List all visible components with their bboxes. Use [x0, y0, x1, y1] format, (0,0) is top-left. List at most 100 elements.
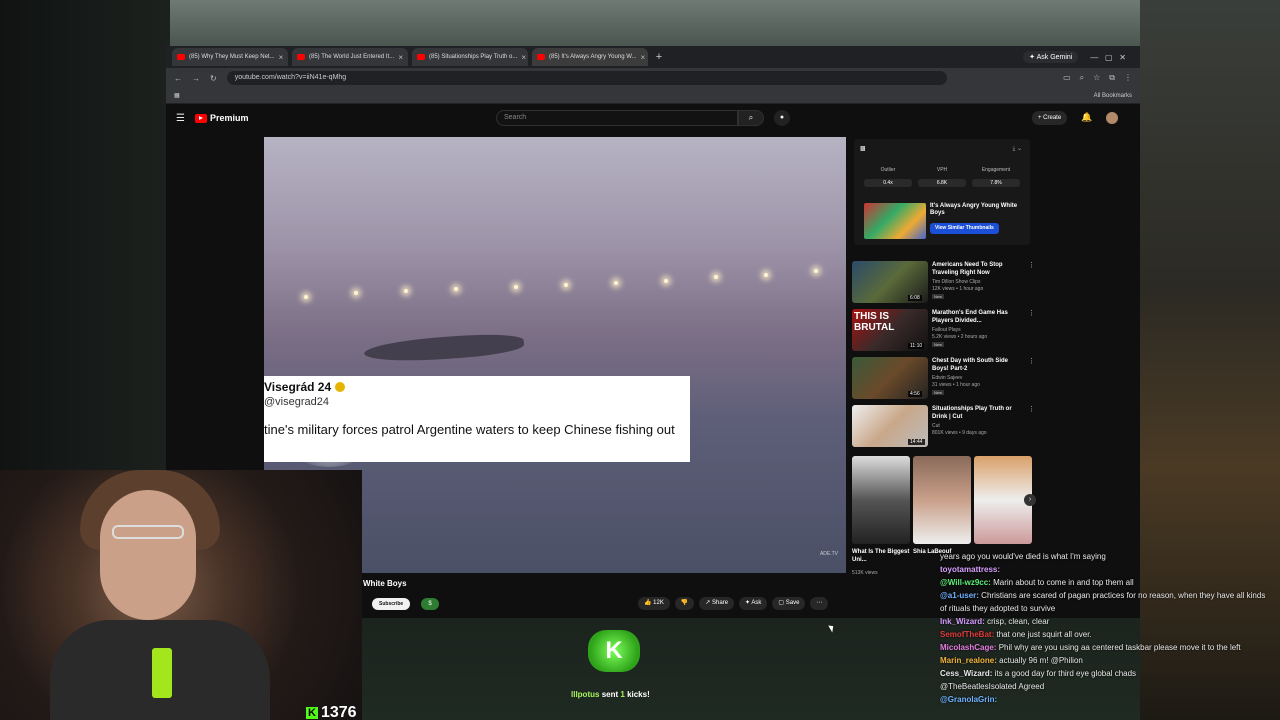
- extension-thumbnail-row: It's Always Angry Young White Boys View …: [864, 203, 1024, 241]
- recommendation-title: Marathon's End Game Has Players Divided.…: [932, 310, 1008, 324]
- extensions-icon[interactable]: ⧉: [1109, 73, 1115, 83]
- more-options-icon[interactable]: ⋮: [1028, 309, 1035, 317]
- tab-label: (85) It's Always Angry Young W...: [549, 54, 637, 60]
- chat-user: @Will-wz9cc:: [940, 578, 991, 587]
- recommendation-meta: 5.2K views • 2 hours ago: [932, 334, 988, 340]
- new-tab-button[interactable]: +: [652, 50, 666, 64]
- kick-count: 1376: [320, 704, 357, 720]
- chat-user: @GranolaGrin:: [940, 695, 998, 704]
- like-button[interactable]: 👍 12K: [638, 597, 670, 610]
- recommendation-meta: 31 views • 1 hour ago: [932, 382, 980, 388]
- recommendation-title: Situationships Play Truth or Drink | Cut: [932, 406, 1012, 420]
- video-watermark: ADE.TV: [819, 551, 838, 557]
- cast-icon[interactable]: ▭: [1063, 73, 1071, 83]
- back-icon[interactable]: ←: [174, 74, 182, 83]
- microphone-icon[interactable]: ●: [774, 110, 790, 126]
- save-button[interactable]: ▢ Save: [772, 597, 806, 610]
- create-button[interactable]: + Create: [1032, 111, 1068, 125]
- video-duration: 14:44: [908, 439, 925, 445]
- short-thumbnail[interactable]: [913, 456, 971, 544]
- chat-user: toyotamattress:: [940, 565, 1001, 574]
- more-options-icon[interactable]: ⋮: [1028, 261, 1035, 269]
- subscribe-button[interactable]: Subscribe: [372, 598, 411, 610]
- more-options-icon[interactable]: ⋮: [1028, 357, 1035, 365]
- recommendation-item[interactable]: 14:44 Situationships Play Truth or Drink…: [852, 405, 1036, 449]
- video-actions: 👍 12K 👎 ↗ Share ✦ Ask ▢ Save ⋯: [638, 597, 829, 610]
- video-duration: 4:56: [908, 391, 922, 397]
- forward-icon[interactable]: →: [192, 74, 200, 83]
- stat-value: 7.8%: [972, 179, 1020, 187]
- tab-4-active[interactable]: (85) It's Always Angry Young W... ×: [532, 48, 648, 66]
- like-count: 12K: [653, 600, 664, 606]
- more-actions-button[interactable]: ⋯: [810, 597, 829, 610]
- chat-text: its a good day for third eye global chad…: [994, 669, 1137, 678]
- close-tab-icon[interactable]: ×: [279, 53, 284, 62]
- address-bar-row: ← → ↻ youtube.com/watch?v=iiN41e-qMhg ▭ …: [166, 68, 1140, 88]
- ask-button[interactable]: ✦ Ask: [739, 597, 768, 610]
- recommendation-channel: Cut: [932, 423, 940, 429]
- chat-user: Ink_Wizard:: [940, 617, 985, 626]
- hamburger-menu-icon[interactable]: ☰: [176, 113, 185, 124]
- verified-badge-icon: [335, 382, 346, 392]
- extension-logo: ▩: [860, 146, 866, 152]
- menu-icon[interactable]: ⋮: [1124, 73, 1132, 83]
- kick-counter: K 1376: [306, 704, 357, 720]
- close-tab-icon[interactable]: ×: [641, 53, 646, 62]
- stats-row: Outlier 0.4x VPH 6.8K Engagement 7.8%: [864, 167, 1020, 187]
- youtube-logo[interactable]: Premium: [194, 113, 248, 123]
- search-icon[interactable]: ⌕: [738, 110, 764, 126]
- star-icon[interactable]: ☆: [1093, 73, 1100, 83]
- recommendation-title: Americans Need To Stop Traveling Right N…: [932, 262, 1003, 276]
- stat-label: VPH: [936, 167, 948, 173]
- super-thanks-button[interactable]: $: [421, 598, 439, 610]
- more-options-icon[interactable]: ⋮: [1028, 405, 1035, 413]
- background-top: [170, 0, 1140, 48]
- apps-icon[interactable]: ▦: [174, 92, 180, 99]
- video-title: White Boys: [363, 579, 407, 588]
- close-tab-icon[interactable]: ×: [398, 53, 403, 62]
- all-bookmarks-link[interactable]: All Bookmarks: [1094, 93, 1132, 99]
- short-caption: What Is The Biggest Uni...: [852, 549, 910, 563]
- tab-3[interactable]: (85) Situationships Play Truth o... ×: [412, 48, 528, 66]
- recommendation-item[interactable]: 4:56 Chest Day with South Side Boys! Par…: [852, 357, 1036, 401]
- ask-gemini-label: Ask Gemini: [1036, 54, 1073, 61]
- close-tab-icon[interactable]: ×: [521, 53, 526, 62]
- youtube-favicon-icon: [297, 54, 305, 60]
- tweet-author: Visegrád 24: [264, 380, 690, 394]
- stat-label: Engagement: [981, 167, 1011, 173]
- recommendation-item[interactable]: THIS IS BRUTAL 11:10 Marathon's End Game…: [852, 309, 1036, 353]
- tab-bar: (85) Why They Must Keep Net... × (85) The…: [166, 46, 1140, 68]
- stat-outlier: Outlier 0.4x: [864, 167, 912, 187]
- recommendation-channel: Tim Dillon Show Clips: [932, 279, 981, 285]
- extension-controls-icon[interactable]: ⤓ ⌄: [1013, 145, 1022, 153]
- save-label: Save: [785, 600, 800, 606]
- url-input[interactable]: youtube.com/watch?v=iiN41e-qMhg: [226, 71, 947, 85]
- dislike-button[interactable]: 👎: [674, 597, 695, 610]
- share-button[interactable]: ↗ Share: [699, 597, 735, 610]
- short-thumbnail[interactable]: [852, 456, 910, 544]
- alert-count: 1: [620, 690, 625, 699]
- reload-icon[interactable]: ↻: [210, 74, 217, 83]
- zoom-icon[interactable]: ⌕: [1080, 73, 1084, 83]
- alert-end: kicks!: [627, 690, 650, 699]
- runway-lights: [264, 267, 846, 307]
- stat-label: Outlier: [880, 167, 896, 173]
- chat-text: Marin about to come in and top them all: [993, 578, 1134, 587]
- view-similar-thumbnails-button[interactable]: View Similar Thumbnails: [930, 223, 999, 234]
- kick-k-icon: K: [306, 707, 318, 719]
- search-input[interactable]: Search: [496, 110, 738, 126]
- chevron-right-icon[interactable]: ›: [1024, 494, 1036, 506]
- shorts-shelf: ›: [852, 456, 1036, 546]
- analytics-extension-card: ▩ ⤓ ⌄ Outlier 0.4x VPH 6.8K Engagement 7.8%…: [854, 139, 1030, 245]
- chat-message: MicolashCage: Phil why are you using aa …: [940, 641, 1274, 654]
- window-controls[interactable]: — ▢ ✕: [1090, 53, 1126, 62]
- tab-1[interactable]: (85) Why They Must Keep Net... ×: [172, 48, 288, 66]
- account-avatar[interactable]: [1106, 112, 1118, 124]
- tweet-text: tine's military forces patrol Argentine …: [264, 422, 675, 437]
- notifications-bell-icon[interactable]: 🔔: [1081, 112, 1092, 123]
- ask-gemini-button[interactable]: ✦ Ask Gemini: [1023, 51, 1079, 63]
- extension-thumbnail: [864, 203, 926, 239]
- tab-2[interactable]: (85) The World Just Entered It... ×: [292, 48, 408, 66]
- recommendation-item[interactable]: 6:08 Americans Need To Stop Traveling Ri…: [852, 261, 1036, 305]
- create-label: Create: [1043, 115, 1062, 121]
